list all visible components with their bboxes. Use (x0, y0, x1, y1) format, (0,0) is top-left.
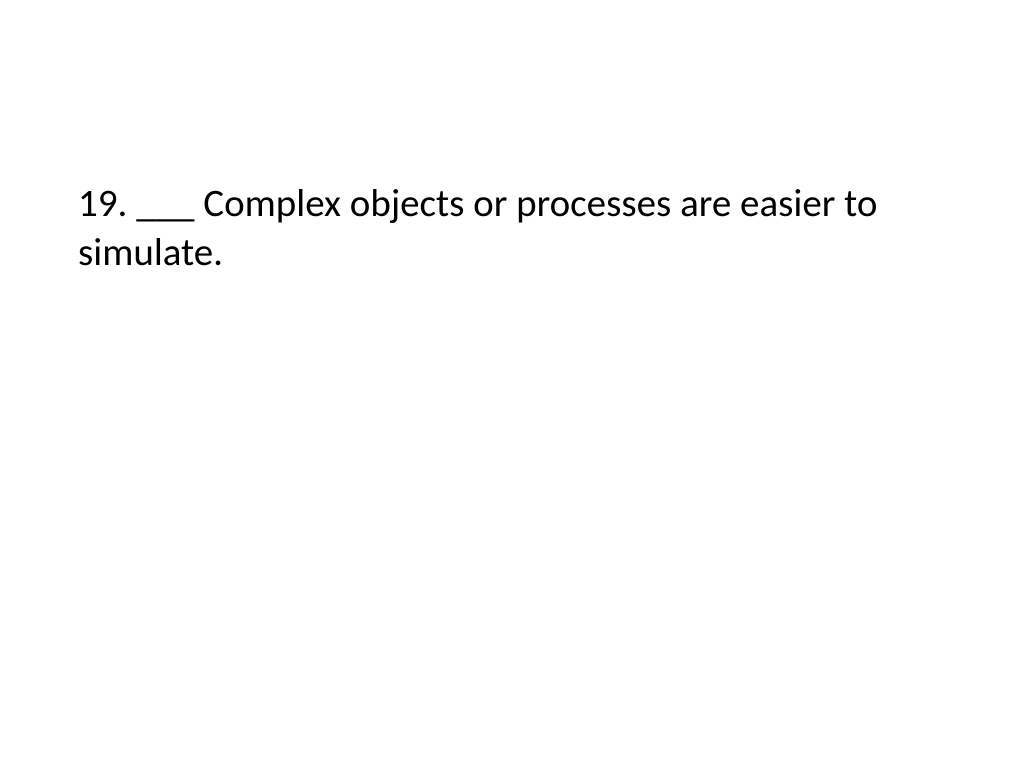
question-text: 19. ___ Complex objects or processes are… (78, 180, 946, 278)
slide-container: 19. ___ Complex objects or processes are… (0, 0, 1024, 768)
